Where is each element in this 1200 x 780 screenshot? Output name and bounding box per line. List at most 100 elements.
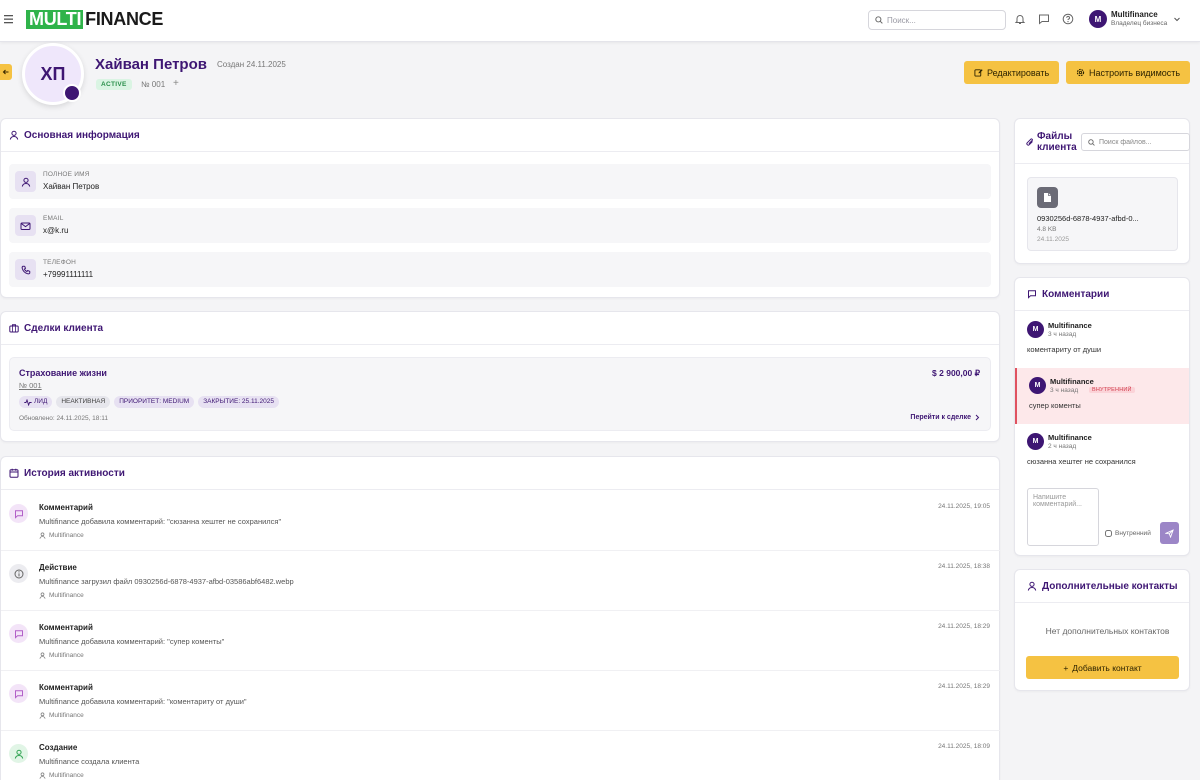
user-icon [39, 712, 46, 719]
user-icon [39, 532, 46, 539]
search-input[interactable] [887, 15, 987, 25]
created-date: Создан 24.11.2025 [217, 60, 286, 69]
info-icon [9, 564, 28, 583]
file-date: 24.11.2025 [1037, 236, 1070, 243]
info-value[interactable]: +79991111111 [43, 270, 93, 279]
deal-tags: ЛИД НЕАКТИВНАЯ ПРИОРИТЕТ: MEDIUM ЗАКРЫТИ… [19, 396, 279, 408]
files-search[interactable] [1081, 133, 1190, 151]
activity-card: История активности Комментарий Multifina… [0, 456, 1000, 780]
mail-icon [15, 215, 36, 236]
internal-checkbox-input[interactable] [1105, 530, 1112, 537]
activity-time: 24.11.2025, 18:38 [938, 563, 990, 570]
activity-item: Комментарий Multifinance добавила коммен… [1, 491, 1000, 551]
phone-icon [15, 259, 36, 280]
pulse-icon [24, 398, 32, 406]
activity-desc: Multifinance создала клиента [39, 757, 140, 766]
info-value: Хайван Петров [43, 182, 100, 191]
user-icon [39, 772, 46, 779]
activity-desc: Multifinance добавила комментарий: "коме… [39, 697, 247, 706]
activity-time: 24.11.2025, 18:29 [938, 683, 990, 690]
info-label: Email [43, 215, 64, 222]
comment-avatar: M [1027, 321, 1044, 338]
client-avatar: ХП [22, 43, 84, 105]
internal-checkbox-label: Внутренний [1115, 530, 1151, 537]
activity-user-name: Multifinance [49, 592, 84, 599]
logo[interactable]: MULTI FINANCE [26, 10, 163, 29]
files-search-input[interactable] [1099, 138, 1184, 146]
logo-finance: FINANCE [85, 9, 164, 29]
activity-item: Создание Multifinance создала клиента Mu… [1, 731, 1000, 780]
deal-priority-tag: ПРИОРИТЕТ: MEDIUM [114, 396, 195, 408]
edit-button-label: Редактировать [987, 67, 1050, 78]
comment-text: коментариту от души [1027, 345, 1102, 354]
calendar-icon [9, 468, 19, 478]
user-icon [1027, 581, 1037, 591]
user-icon [15, 171, 36, 192]
client-name: Хайван Петров [95, 56, 207, 73]
internal-badge: ВНУТРЕННИЙ [1089, 387, 1135, 393]
info-label: Полное имя [43, 171, 90, 178]
top-bar: MULTI FINANCE M Multifinance Владелец би… [0, 0, 1200, 42]
deal-card[interactable]: Страхование жизни № 001 $ 2 900,00 ₽ ЛИД… [9, 357, 991, 431]
comment-time: 3 ч назад [1050, 387, 1079, 394]
visibility-button-label: Настроить видимость [1089, 67, 1181, 78]
file-name: 0930256d-6878-4937-afbd-0... [1037, 214, 1139, 223]
activity-user: Multifinance [39, 652, 84, 659]
user-avatar: M [1089, 10, 1107, 28]
paperclip-icon [1026, 138, 1036, 148]
contacts-title: Дополнительные контакты [1042, 580, 1178, 592]
comment-icon [9, 624, 28, 643]
activity-item: Действие Multifinance загрузил файл 0930… [1, 551, 1000, 611]
activity-title: История активности [24, 467, 125, 479]
gear-icon [1076, 68, 1085, 77]
activity-type: Комментарий [39, 623, 93, 632]
info-row-fullname: Полное имя Хайван Петров [9, 164, 991, 199]
comments-title: Комментарии [1042, 288, 1110, 300]
edit-icon [974, 69, 983, 77]
deal-amount: $ 2 900,00 ₽ [932, 368, 980, 378]
info-value[interactable]: x@k.ru [43, 226, 68, 235]
deal-status-tag: НЕАКТИВНАЯ [56, 396, 111, 408]
comment-author: Multifinance [1050, 377, 1094, 386]
visibility-settings-button[interactable]: Настроить видимость [1066, 61, 1191, 84]
bell-icon[interactable] [1014, 13, 1027, 26]
back-button[interactable] [0, 64, 12, 80]
add-tag-button[interactable]: + [173, 78, 179, 89]
edit-button[interactable]: Редактировать [964, 61, 1060, 84]
internal-checkbox[interactable]: Внутренний [1105, 530, 1151, 537]
comment-text: сюзанна хештег не сохранился [1027, 457, 1136, 466]
open-deal-link[interactable]: Перейти к сделке [910, 414, 980, 421]
file-item[interactable]: 0930256d-6878-4937-afbd-0... 4.8 KB 24.1… [1027, 177, 1178, 251]
info-row-phone: Телефон +79991111111 [9, 252, 991, 287]
comment-icon [9, 684, 28, 703]
activity-time: 24.11.2025, 18:29 [938, 623, 990, 630]
menu-icon[interactable] [4, 13, 16, 27]
user-icon [39, 592, 46, 599]
global-search[interactable] [868, 10, 1006, 30]
activity-user: Multifinance [39, 592, 84, 599]
chevron-down-icon [1173, 15, 1181, 23]
add-contact-button[interactable]: + Добавить контакт [1026, 656, 1179, 679]
activity-desc: Multifinance добавила комментарий: "сюза… [39, 517, 282, 526]
activity-type: Создание [39, 743, 78, 752]
activity-user: Multifinance [39, 532, 84, 539]
deal-title[interactable]: Страхование жизни [19, 368, 107, 378]
avatar-edit-badge[interactable] [63, 84, 81, 102]
chat-icon[interactable] [1038, 13, 1051, 26]
deal-number: № 001 [19, 381, 42, 390]
comment-time: 2 ч назад [1048, 443, 1077, 450]
activity-time: 24.11.2025, 19:05 [938, 503, 990, 510]
open-deal-label: Перейти к сделке [910, 414, 971, 421]
client-number: № 001 [141, 80, 166, 89]
comment-item: M Multifinance 3 ч назад коментариту от … [1015, 312, 1189, 368]
activity-type: Комментарий [39, 683, 93, 692]
activity-desc: Multifinance загрузил файл 0930256d-6878… [39, 577, 294, 586]
send-comment-button[interactable] [1160, 522, 1179, 544]
comment-icon [1027, 289, 1037, 299]
user-menu[interactable]: M Multifinance Владелец бизнеса [1089, 10, 1181, 28]
client-initials: ХП [40, 63, 66, 84]
help-icon[interactable] [1062, 13, 1075, 26]
search-icon [875, 16, 883, 24]
activity-item: Комментарий Multifinance добавила коммен… [1, 611, 1000, 671]
comment-input[interactable] [1027, 488, 1099, 546]
